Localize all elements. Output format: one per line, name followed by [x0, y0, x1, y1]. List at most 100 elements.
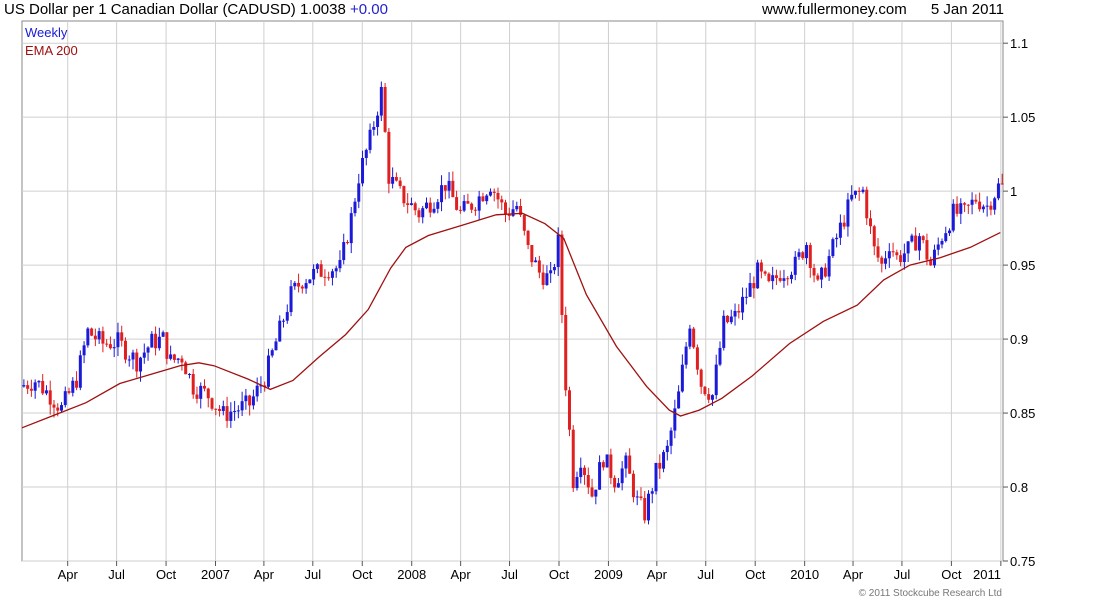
candle-up [71, 380, 75, 393]
candle-up [187, 373, 191, 375]
candle-up [477, 196, 481, 211]
candle-up [624, 455, 628, 469]
x-tick-label: Jul [304, 567, 321, 582]
candle-down [567, 390, 571, 430]
candle-up [199, 385, 203, 399]
candle-down [383, 86, 387, 132]
candle-down [500, 199, 504, 203]
candle-down [345, 242, 349, 244]
candle-up [688, 328, 692, 347]
candle-up [274, 341, 278, 351]
candle-up [850, 194, 854, 200]
candle-up [372, 126, 376, 130]
candle-down [631, 473, 635, 498]
y-tick-label: 0.75 [1010, 554, 1035, 569]
candle-up [342, 242, 346, 261]
candle-down [759, 262, 763, 272]
candle-up [146, 347, 150, 353]
candle-up [722, 315, 726, 348]
candle-up [97, 331, 101, 340]
chart-date: 5 Jan 2011 [930, 1, 1004, 18]
candle-up [677, 391, 681, 409]
x-tick-label: Oct [745, 567, 766, 582]
candle-up [748, 283, 752, 297]
candle-up [353, 201, 357, 214]
candle-up [805, 245, 809, 259]
candle-down [394, 177, 398, 181]
candle-up [379, 86, 383, 116]
candle-down [195, 394, 199, 399]
candle-down [823, 267, 827, 277]
copyright-notice: © 2011 Stockcube Research Ltd [858, 588, 1002, 599]
candle-down [601, 462, 605, 468]
candle-up [315, 264, 319, 269]
candle-up [545, 273, 549, 285]
candle-down [530, 244, 534, 263]
y-tick-label: 1 [1010, 184, 1017, 199]
candle-down [1000, 183, 1004, 185]
candle-up [282, 320, 286, 322]
candle-down [895, 252, 899, 256]
candle-down [504, 202, 508, 215]
site-link[interactable]: www.fullermoney.com [762, 1, 907, 18]
candle-down [172, 354, 176, 360]
y-tick-label: 0.8 [1010, 480, 1028, 495]
x-tick-label: 2009 [594, 567, 623, 582]
candle-down [135, 352, 139, 372]
candle-down [726, 315, 730, 323]
candle-down [225, 406, 229, 421]
y-tick-label: 1.05 [1010, 110, 1035, 125]
candle-up [996, 183, 1000, 199]
plot-area [21, 20, 1004, 562]
candle-up [391, 177, 395, 184]
candle-down [473, 209, 477, 211]
candle-down [590, 487, 594, 497]
y-tick-label: 0.95 [1010, 258, 1035, 273]
candle-up [906, 241, 910, 254]
candle-down [413, 203, 417, 211]
candle-up [338, 260, 342, 269]
candle-down [202, 385, 206, 389]
x-tick-label: 2011 [973, 567, 1001, 582]
candle-up [157, 336, 161, 349]
candle-up [598, 462, 602, 490]
candle-up [357, 183, 361, 202]
candle-down [526, 230, 530, 245]
candle-up [131, 352, 135, 360]
candle-up [797, 252, 801, 257]
candle-down [767, 273, 771, 282]
candle-down [812, 267, 816, 276]
candle-up [169, 354, 173, 359]
candle-down [443, 185, 447, 191]
candle-down [872, 226, 876, 247]
candle-up [579, 467, 583, 478]
candle-down [323, 276, 327, 278]
candle-up [424, 202, 428, 209]
candle-down [628, 455, 632, 474]
candle-down [639, 496, 643, 499]
candle-up [993, 198, 997, 210]
candle-up [616, 483, 620, 488]
candle-down [297, 282, 301, 287]
y-tick-label: 0.85 [1010, 406, 1035, 421]
candle-up [838, 222, 842, 238]
candle-up [620, 468, 624, 484]
candle-down [496, 192, 500, 200]
candle-up [221, 406, 225, 411]
candle-up [251, 396, 255, 406]
candle-up [308, 279, 312, 284]
candle-up [176, 358, 180, 360]
candle-up [515, 206, 519, 210]
candle-up [349, 213, 353, 244]
candle-up [741, 296, 745, 313]
candle-up [673, 408, 677, 431]
candle-down [458, 209, 462, 211]
candle-up [289, 286, 293, 313]
candle-up [902, 253, 906, 263]
candle-up [33, 382, 37, 391]
x-tick-label: 2010 [790, 567, 819, 582]
candle-down [571, 429, 575, 489]
candle-down [695, 347, 699, 370]
candle-up [511, 209, 515, 216]
candle-down [880, 257, 884, 264]
